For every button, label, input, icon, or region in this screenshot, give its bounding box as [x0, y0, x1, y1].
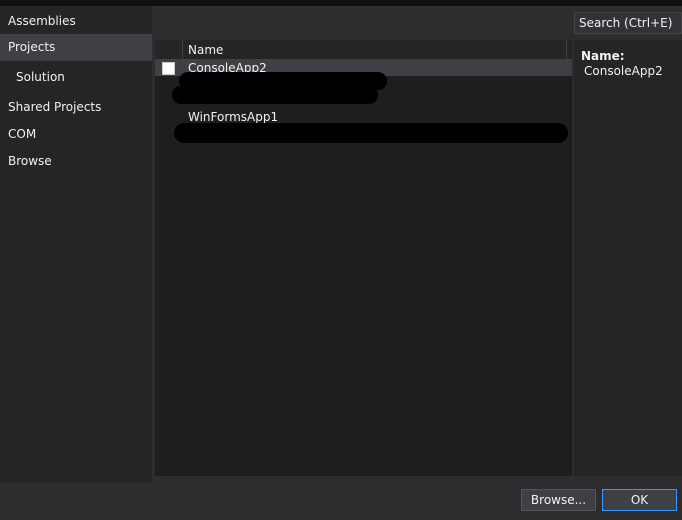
name-column-header[interactable]: Name	[188, 43, 223, 57]
detail-name-value: ConsoleApp2	[584, 64, 663, 78]
nav-item-assemblies[interactable]: Assemblies	[0, 8, 152, 35]
left-navigation: Assemblies Projects Solution Shared Proj…	[0, 6, 152, 482]
nav-item-browse[interactable]: Browse	[0, 148, 152, 175]
nav-item-solution[interactable]: Solution	[0, 64, 152, 91]
reference-manager-dialog: Assemblies Projects Solution Shared Proj…	[0, 0, 682, 520]
checkbox-column-header[interactable]	[155, 40, 183, 60]
details-pane: Name: ConsoleApp2	[574, 40, 682, 476]
detail-name-label: Name:	[581, 49, 625, 63]
row-checkbox[interactable]	[162, 62, 175, 75]
search-input[interactable]: Search (Ctrl+E)	[574, 12, 682, 34]
nav-item-projects[interactable]: Projects	[0, 34, 152, 61]
redaction-mark	[172, 86, 378, 104]
list-header: Name	[155, 40, 572, 60]
nav-item-shared-projects[interactable]: Shared Projects	[0, 94, 152, 121]
column-divider[interactable]	[566, 40, 567, 60]
nav-item-com[interactable]: COM	[0, 121, 152, 148]
browse-button[interactable]: Browse...	[521, 489, 596, 511]
project-list: Name ConsoleApp2 WinFormsApp1	[155, 40, 572, 476]
ok-button[interactable]: OK	[602, 489, 677, 511]
redaction-mark	[174, 123, 568, 143]
